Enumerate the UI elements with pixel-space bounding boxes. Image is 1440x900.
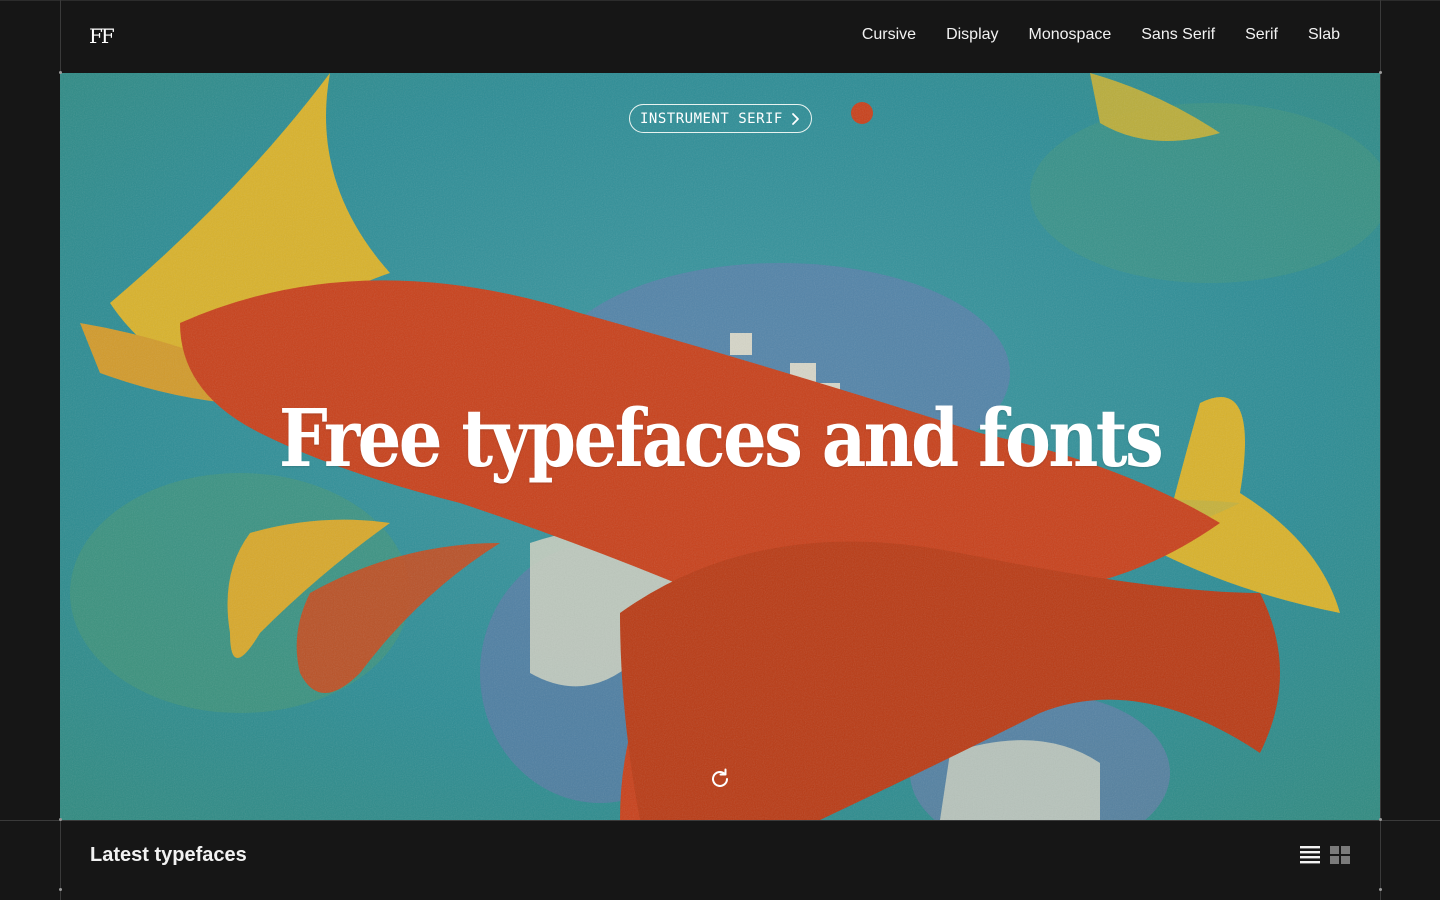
corner-dot <box>1379 818 1382 821</box>
category-nav: Cursive Display Monospace Sans Serif Ser… <box>862 26 1340 44</box>
hero-banner: INSTRUMENT SERIF Free typefaces and font… <box>60 73 1380 820</box>
grid-view-icon[interactable] <box>1329 845 1351 865</box>
corner-dot <box>59 71 62 74</box>
corner-dot <box>1379 888 1382 891</box>
section-divider <box>0 820 1440 821</box>
site-logo[interactable]: FF <box>89 24 115 48</box>
corner-dot <box>59 888 62 891</box>
refresh-icon[interactable] <box>708 767 732 791</box>
frame-right-line <box>1380 0 1381 900</box>
nav-item-monospace[interactable]: Monospace <box>1029 26 1112 44</box>
featured-typeface-label: INSTRUMENT SERIF <box>640 110 783 127</box>
nav-item-sans-serif[interactable]: Sans Serif <box>1141 26 1215 44</box>
nav-item-slab[interactable]: Slab <box>1308 26 1340 44</box>
site-header: FF Cursive Display Monospace Sans Serif … <box>0 0 1440 73</box>
nav-item-cursive[interactable]: Cursive <box>862 26 916 44</box>
nav-item-serif[interactable]: Serif <box>1245 26 1278 44</box>
corner-dot <box>1379 71 1382 74</box>
section-title: Latest typefaces <box>90 844 247 866</box>
featured-typeface-tag[interactable]: INSTRUMENT SERIF <box>629 104 812 133</box>
chevron-right-icon <box>791 112 799 125</box>
hero-title: Free typefaces and fonts <box>278 391 1164 485</box>
list-view-icon[interactable] <box>1299 845 1321 865</box>
corner-dot <box>59 818 62 821</box>
nav-item-display[interactable]: Display <box>946 26 998 44</box>
